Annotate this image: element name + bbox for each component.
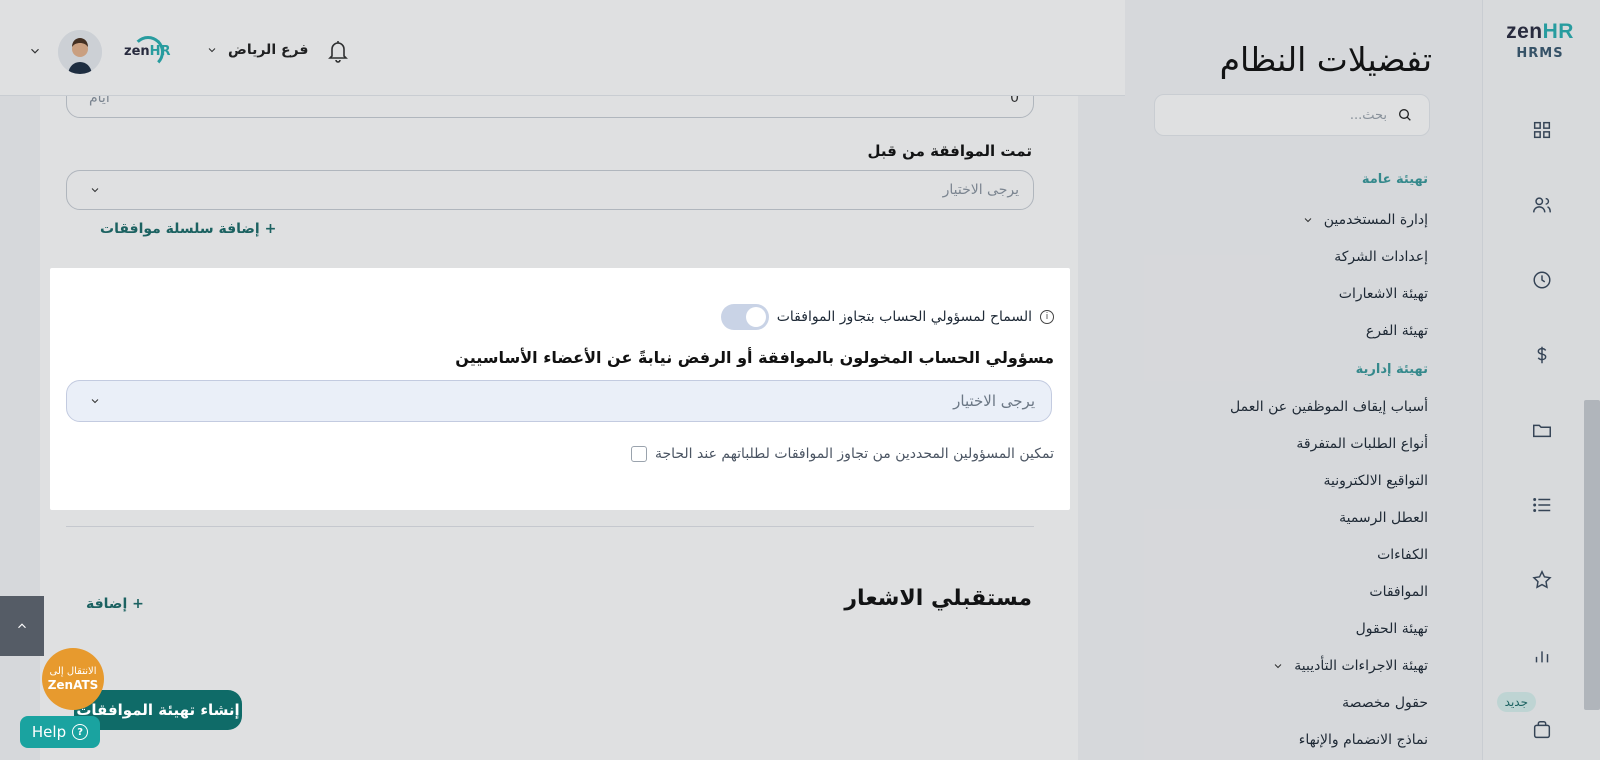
help-icon: ?	[72, 724, 89, 740]
authorized-admins-select[interactable]: يرجى الاختيار	[66, 380, 1052, 422]
self-bypass-label: تمكين المسؤولين المحددين من تجاوز المواف…	[654, 446, 1054, 462]
bypass-toggle[interactable]	[720, 304, 769, 330]
scroll-to-top-button[interactable]	[0, 596, 44, 656]
zenats-switch-button[interactable]: الانتقال إلى ZenATS	[42, 648, 104, 710]
help-button[interactable]: Help ?	[20, 716, 100, 748]
approval-bypass-modal: السماح لمسؤولي الحساب بتجاوز الموافقات i…	[50, 268, 1070, 510]
authorized-admins-label: مسؤولي الحساب المخولون بالموافقة أو الرف…	[455, 348, 1054, 367]
bypass-toggle-row: السماح لمسؤولي الحساب بتجاوز الموافقات i	[720, 304, 1054, 330]
chevron-down-icon	[91, 399, 99, 404]
self-bypass-row: تمكين المسؤولين المحددين من تجاوز المواف…	[630, 446, 1054, 462]
self-bypass-checkbox[interactable]	[630, 446, 647, 462]
info-icon[interactable]: i	[1040, 310, 1054, 324]
chevron-up-icon	[18, 623, 26, 629]
bypass-toggle-label: السماح لمسؤولي الحساب بتجاوز الموافقات	[776, 309, 1032, 325]
